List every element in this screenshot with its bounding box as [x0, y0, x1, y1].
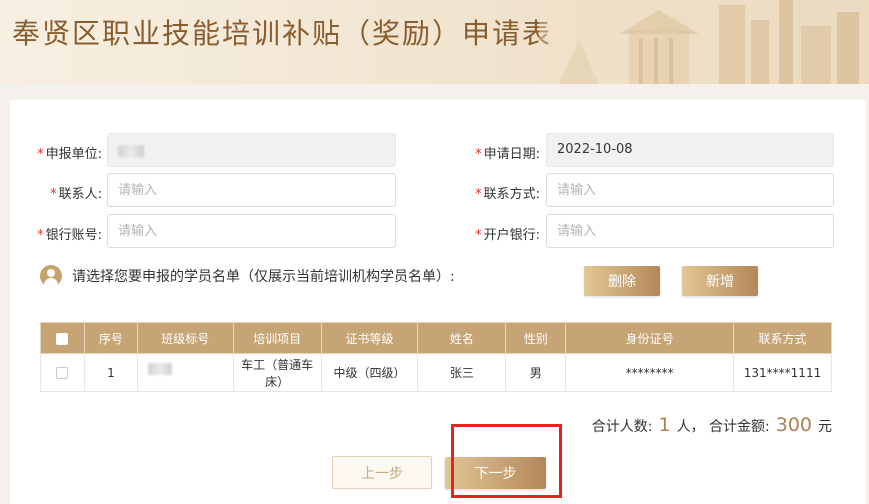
cell-name: 张三: [417, 353, 507, 392]
cell-index: 1: [83, 353, 138, 392]
trainee-table: 序号 班级标号 培训项目 证书等级 姓名 性别 身份证号 联系方式 1 车工（普…: [40, 322, 833, 392]
bank-account-label: * 银行账号:: [37, 228, 102, 243]
table-row: 1 车工（普通车床） 中级（四级） 张三 男 ******** 131****1…: [40, 353, 833, 392]
form-card: *申报单位: *申请日期: 2022-10-08 *联系人: *联系方式: *银…: [10, 100, 866, 504]
totals-summary: 合计人数: 1 人， 合计金额: 300 元: [592, 414, 832, 436]
user-icon: [40, 265, 62, 287]
select-all-header[interactable]: [40, 322, 85, 354]
amount-label: 合计金额:: [709, 419, 770, 435]
cell-gender: 男: [505, 353, 567, 392]
skyline-decoration: [539, 0, 869, 84]
roster-prompt-text: 请选择您要申报的学员名单（仅展示当前培训机构学员名单）:: [72, 269, 455, 285]
header-banner: 奉贤区职业技能培训补贴（奖励）申请表: [0, 0, 869, 84]
contact-method-input[interactable]: [546, 173, 834, 207]
cell-phone: 131****1111: [732, 353, 833, 392]
unit-label: * 申报单位:: [37, 147, 102, 162]
header-index: 序号: [83, 322, 138, 354]
page-title: 奉贤区职业技能培训补贴（奖励）申请表: [12, 17, 553, 50]
select-all-checkbox[interactable]: [56, 332, 69, 345]
apply-date-field: 2022-10-08: [546, 133, 834, 167]
delete-button[interactable]: 删除: [584, 266, 660, 296]
header-phone: 联系方式: [732, 322, 833, 354]
cell-project: 车工（普通车床）: [232, 353, 322, 392]
people-count-label: 合计人数:: [591, 419, 653, 435]
contact-input[interactable]: [107, 173, 396, 207]
add-button[interactable]: 新增: [682, 266, 758, 296]
redacted-unit: [118, 145, 144, 157]
unit-field: [107, 133, 396, 167]
header-project: 培训项目: [232, 322, 322, 354]
contact-method-label: * 联系方式:: [475, 187, 540, 202]
header-class-code: 班级标号: [136, 322, 234, 354]
apply-date-label: * 申请日期:: [475, 147, 540, 162]
bank-name-input[interactable]: [546, 214, 834, 248]
amount-unit: 元: [818, 419, 832, 435]
header-id-number: 身份证号: [565, 322, 734, 354]
people-count-value: 1: [658, 414, 671, 436]
roster-prompt: 请选择您要申报的学员名单（仅展示当前培训机构学员名单）:: [40, 265, 455, 287]
row-checkbox[interactable]: [56, 367, 69, 379]
cell-level: 中级（四级）: [320, 353, 419, 392]
bank-name-label: * 开户银行:: [475, 228, 540, 243]
row-select-cell[interactable]: [40, 353, 85, 392]
contact-label: * 联系人:: [50, 187, 102, 202]
prev-step-button[interactable]: 上一步: [332, 456, 432, 489]
table-header-row: 序号 班级标号 培训项目 证书等级 姓名 性别 身份证号 联系方式: [40, 322, 833, 354]
header-level: 证书等级: [320, 322, 419, 354]
bank-account-input[interactable]: [107, 214, 396, 248]
cell-id-number: ********: [565, 353, 734, 392]
redacted-class-code: [147, 363, 172, 375]
people-unit: 人，: [676, 419, 705, 435]
amount-value: 300: [775, 414, 812, 436]
header-name: 姓名: [417, 322, 507, 354]
highlight-box: [451, 424, 562, 498]
cell-class-code: [136, 353, 234, 392]
header-gender: 性别: [505, 322, 567, 354]
